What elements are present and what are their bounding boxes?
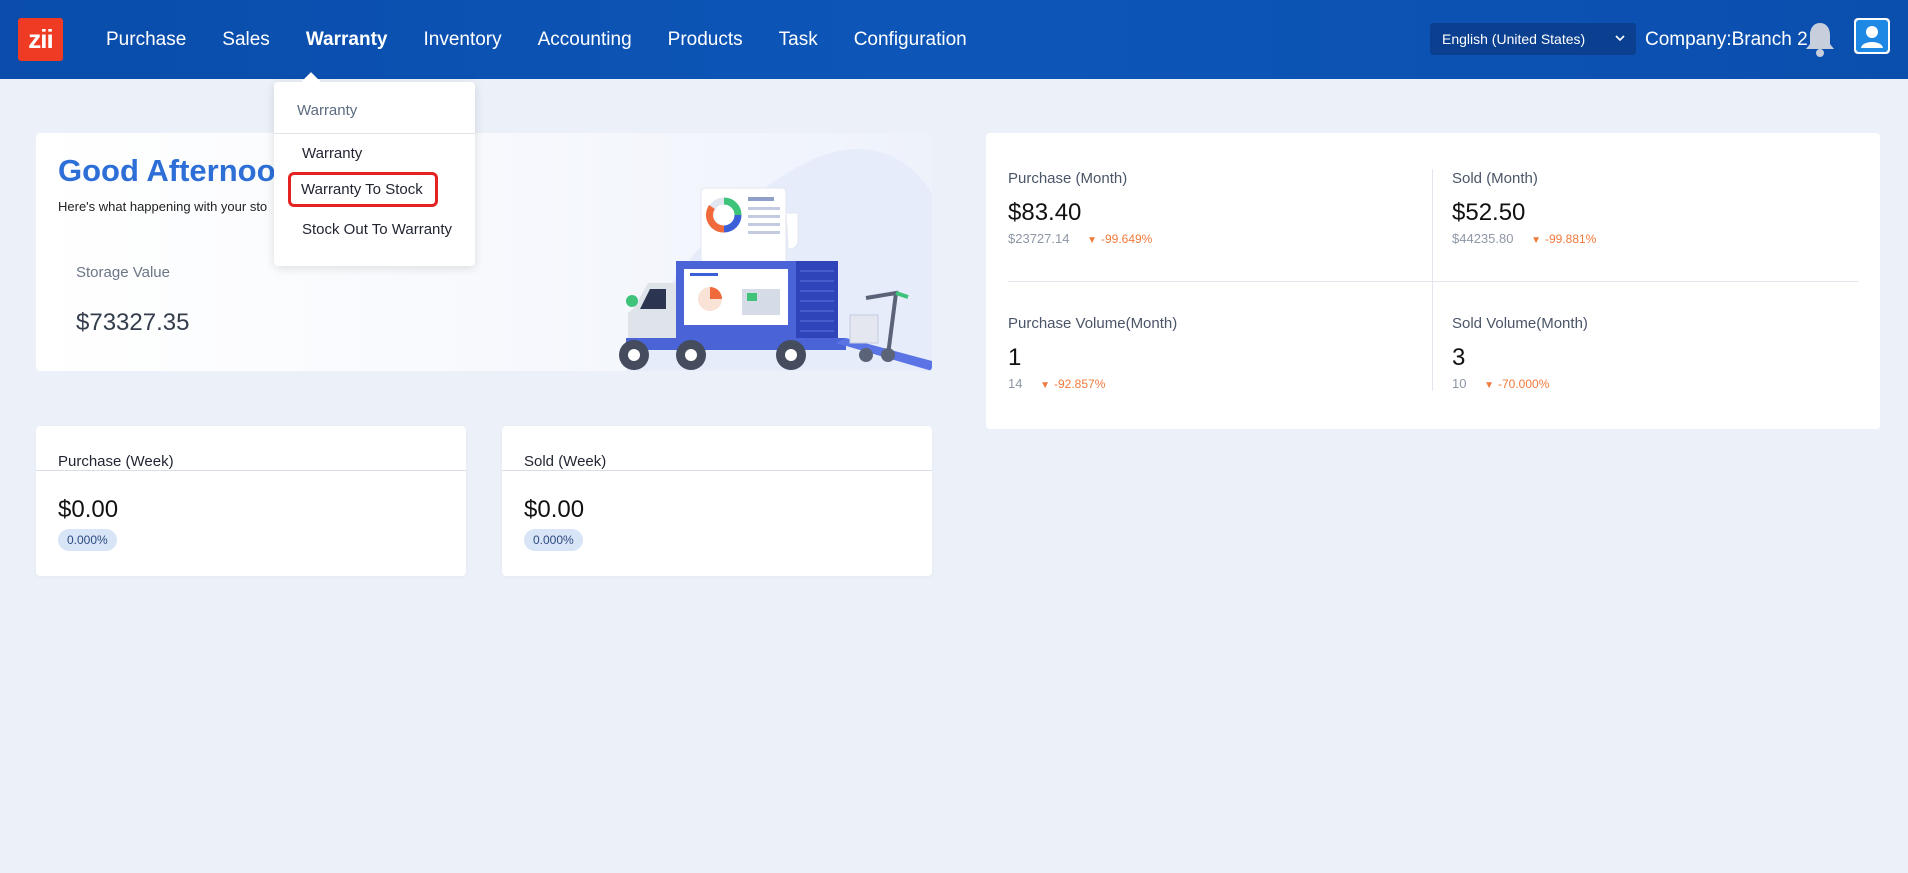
purchase-month-previous: $23727.14 [1008, 231, 1070, 246]
greeting-subtitle: Here's what happening with your sto [58, 199, 268, 214]
sold-week-value: $0.00 [524, 496, 585, 523]
storage-value: $73327.35 [76, 309, 190, 336]
purchase-volume-stat: Purchase Volume(Month) 1 14 ▼ -92.857% [1008, 315, 1177, 391]
sold-volume-value: 3 [1452, 344, 1466, 371]
sold-volume-delta: -70.000% [1498, 377, 1550, 391]
sold-month-label: Sold (Month) [1452, 170, 1538, 187]
purchase-month-stat: Purchase (Month) $83.40 $23727.14 ▼ -99.6… [1008, 170, 1152, 246]
user-avatar-icon[interactable] [1854, 18, 1890, 54]
dropdown-header: Warranty [297, 102, 358, 119]
triangle-down-icon: ▼ [1484, 380, 1494, 391]
bell-icon[interactable] [1802, 19, 1838, 59]
delivery-truck-illustration [619, 149, 932, 371]
nav-item-purchase[interactable]: Purchase [106, 29, 186, 51]
sold-week-card: Sold (Week) $0.00 0.000% [502, 426, 932, 576]
triangle-down-icon: ▼ [1087, 235, 1097, 246]
triangle-down-icon: ▼ [1040, 380, 1050, 391]
sold-week-badge: 0.000% [524, 529, 583, 551]
sold-month-delta: -99.881% [1544, 232, 1597, 246]
stats-horizontal-divider [1008, 281, 1858, 282]
main-nav: Purchase Sales Warranty Inventory Accoun… [88, 0, 985, 79]
nav-item-warranty[interactable]: Warranty [306, 29, 388, 51]
triangle-down-icon: ▼ [1531, 235, 1541, 246]
menu-item-warranty[interactable]: Warranty [302, 145, 362, 162]
language-select[interactable]: English (United States) [1430, 23, 1636, 55]
card-divider [36, 470, 466, 471]
monthly-stats-card: Purchase (Month) $83.40 $23727.14 ▼ -99.6… [986, 133, 1880, 429]
storage-value-label: Storage Value [76, 264, 170, 281]
nav-item-task[interactable]: Task [779, 29, 818, 51]
purchase-week-badge: 0.000% [58, 529, 117, 551]
company-branch-label[interactable]: Company:Branch 2 [1645, 29, 1808, 51]
dropdown-divider [274, 133, 475, 134]
greeting-title: Good Afternoo [58, 153, 276, 188]
menu-item-stock-out-to-warranty[interactable]: Stock Out To Warranty [302, 221, 452, 238]
chevron-down-icon [1614, 23, 1626, 67]
nav-item-sales[interactable]: Sales [222, 29, 270, 51]
sold-month-value: $52.50 [1452, 199, 1526, 226]
purchase-volume-label: Purchase Volume(Month) [1008, 315, 1178, 332]
purchase-month-label: Purchase (Month) [1008, 170, 1128, 187]
sold-volume-stat: Sold Volume(Month) 3 10 ▼ -70.000% [1452, 315, 1588, 391]
greeting-card: Good Afternoo Here's what happening with… [36, 133, 932, 371]
language-select-value: English (United States) [1442, 31, 1586, 47]
sold-month-previous: $44235.80 [1452, 231, 1514, 246]
purchase-volume-value: 1 [1008, 344, 1022, 371]
purchase-volume-previous: 14 [1008, 376, 1023, 391]
nav-item-products[interactable]: Products [668, 29, 743, 51]
menu-item-warranty-to-stock[interactable]: Warranty To Stock [288, 172, 438, 207]
nav-item-configuration[interactable]: Configuration [854, 29, 967, 51]
nav-item-accounting[interactable]: Accounting [538, 29, 632, 51]
purchase-week-card: Purchase (Week) $0.00 0.000% [36, 426, 466, 576]
sold-volume-label: Sold Volume(Month) [1452, 315, 1588, 332]
purchase-week-title: Purchase (Week) [58, 453, 174, 470]
app-logo[interactable]: zii [18, 18, 63, 61]
sold-month-stat: Sold (Month) $52.50 $44235.80 ▼ -99.881% [1452, 170, 1596, 246]
purchase-month-delta: -99.649% [1100, 232, 1153, 246]
sold-week-title: Sold (Week) [524, 453, 607, 470]
purchase-volume-delta: -92.857% [1054, 377, 1106, 391]
stats-vertical-divider [1432, 169, 1433, 391]
purchase-month-value: $83.40 [1008, 199, 1082, 226]
card-divider [502, 470, 932, 471]
warranty-dropdown-menu: Warranty Warranty Warranty To Stock Stoc… [274, 72, 475, 266]
purchase-week-value: $0.00 [58, 496, 119, 523]
sold-volume-previous: 10 [1452, 376, 1467, 391]
top-navigation-bar: zii Purchase Sales Warranty Inventory Ac… [0, 0, 1908, 79]
nav-item-inventory[interactable]: Inventory [423, 29, 501, 51]
